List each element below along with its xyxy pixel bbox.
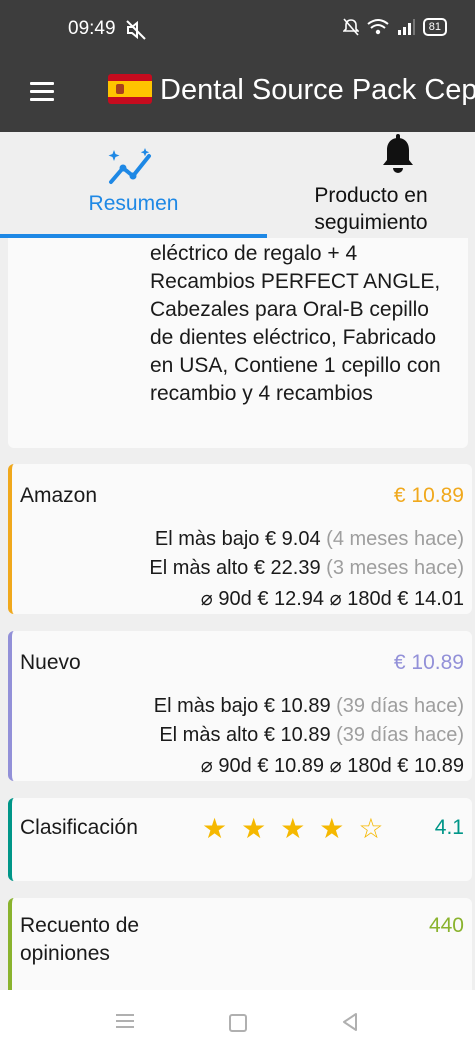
avg-90d-label: ⌀ 90d xyxy=(200,755,252,777)
product-description-card: eléctrico de regalo + 4 Recambios PERFEC… xyxy=(8,238,468,448)
avg-90d-value: € 12.94 xyxy=(257,588,325,610)
mute-icon xyxy=(126,20,146,40)
amazon-price-card: Amazon € 10.89 El màs bajo € 9.04 (4 mes… xyxy=(8,464,472,614)
lowest-ago: (39 días hace) xyxy=(336,695,464,717)
avg-180d-value: € 14.01 xyxy=(397,588,464,610)
notifications-off-icon xyxy=(342,18,359,36)
battery-indicator: 81 xyxy=(422,18,447,36)
spain-flag-icon xyxy=(108,74,152,104)
review-count-value: 440 xyxy=(428,914,464,937)
review-count-label: Recuento de opiniones xyxy=(20,914,140,965)
nuevo-highest-row: El màs alto € 10.89 (39 días hace) xyxy=(159,724,464,747)
nuevo-lowest-row: El màs bajo € 10.89 (39 días hace) xyxy=(154,695,464,718)
amazon-highest-row: El màs alto € 22.39 (3 meses hace) xyxy=(149,557,464,580)
avg-180d-label: ⌀ 180d xyxy=(329,755,392,777)
avg-180d-label: ⌀ 180d xyxy=(329,588,392,610)
system-nav-bar xyxy=(0,990,475,1056)
amazon-lowest-row: El màs bajo € 9.04 (4 meses hace) xyxy=(155,528,464,551)
avg-90d-value: € 10.89 xyxy=(257,755,325,777)
rating-card: Clasificación ★★★★☆ 4.1 xyxy=(8,798,472,881)
highest-label: El màs alto xyxy=(159,724,259,746)
status-time: 09:49 xyxy=(68,18,116,39)
bell-icon xyxy=(383,134,413,173)
menu-icon[interactable] xyxy=(30,82,54,102)
nuevo-average-row: ⌀ 90d € 10.89 ⌀ 180d € 10.89 xyxy=(201,753,464,778)
summary-content[interactable]: eléctrico de regalo + 4 Recambios PERFEC… xyxy=(0,238,475,990)
tab-producto-en-seguimiento[interactable]: Producto en seguimiento xyxy=(267,132,475,238)
tab-resumen[interactable]: Resumen xyxy=(0,132,267,238)
tab-resumen-label: Resumen xyxy=(88,192,179,215)
highest-value: € 10.89 xyxy=(263,724,331,746)
highest-ago: (3 meses hace) xyxy=(326,557,464,579)
back-button[interactable] xyxy=(340,1012,360,1032)
lowest-label: El màs bajo xyxy=(154,528,260,550)
app-title: Dental Source Pack Cepillo xyxy=(160,74,475,106)
highest-label: El màs alto xyxy=(149,557,249,579)
nuevo-current-price: € 10.89 xyxy=(393,651,464,674)
tab-producto-label: Producto en seguimiento xyxy=(314,184,428,234)
rating-value: 4.1 xyxy=(434,816,464,839)
avg-180d-value: € 10.89 xyxy=(397,755,464,777)
review-count-card: Recuento de opiniones 440 xyxy=(8,898,472,990)
status-bar: 09:49 81 xyxy=(0,0,475,58)
highest-ago: (39 días hace) xyxy=(336,724,464,746)
nuevo-price-card: Nuevo € 10.89 El màs bajo € 10.89 (39 dí… xyxy=(8,631,472,781)
product-description: eléctrico de regalo + 4 Recambios PERFEC… xyxy=(150,242,441,405)
lowest-value: € 9.04 xyxy=(264,528,321,550)
amazon-average-row: ⌀ 90d € 12.94 ⌀ 180d € 14.01 xyxy=(201,586,464,611)
amazon-label: Amazon xyxy=(20,484,98,507)
rating-label: Clasificación xyxy=(20,816,138,839)
wifi-icon xyxy=(367,19,389,35)
recents-button[interactable] xyxy=(116,1014,134,1028)
tab-bar: Resumen Producto en seguimiento xyxy=(0,132,475,238)
highest-value: € 22.39 xyxy=(253,557,321,579)
amazon-current-price: € 10.89 xyxy=(393,484,464,507)
home-button[interactable] xyxy=(229,1014,247,1032)
avg-90d-label: ⌀ 90d xyxy=(200,588,252,610)
signal-icon xyxy=(397,19,415,35)
status-icons: 81 xyxy=(342,18,447,36)
lowest-value: € 10.89 xyxy=(263,695,331,717)
nuevo-label: Nuevo xyxy=(20,651,81,674)
rating-stars: ★★★★☆ xyxy=(202,813,398,844)
auto-graph-icon xyxy=(108,148,151,184)
lowest-label: El màs bajo xyxy=(153,695,259,717)
lowest-ago: (4 meses hace) xyxy=(326,528,464,550)
app-bar: Dental Source Pack Cepillo xyxy=(0,58,475,132)
